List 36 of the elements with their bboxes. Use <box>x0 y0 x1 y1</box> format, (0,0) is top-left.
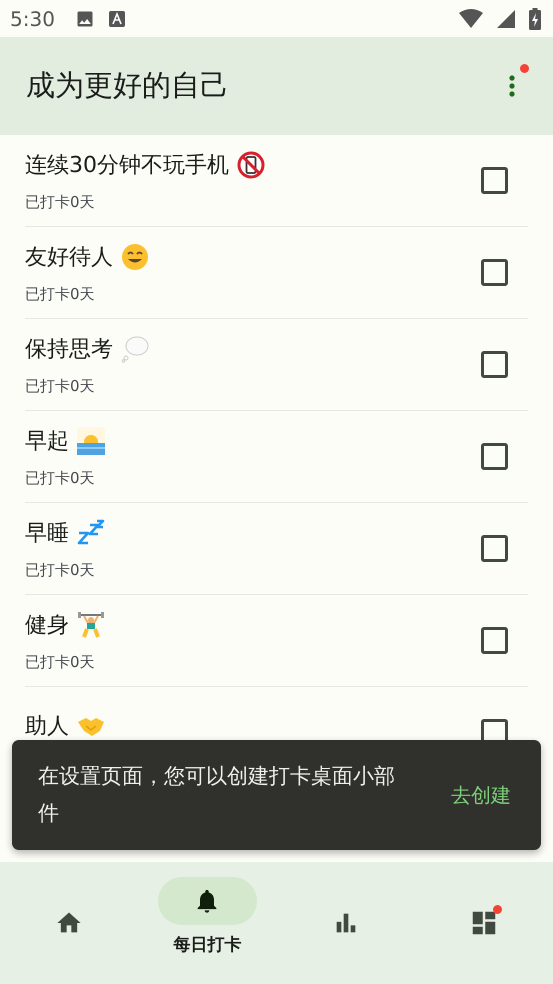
habit-title: 健身 <box>25 612 69 640</box>
habit-title: 助人 <box>25 713 69 741</box>
smiling-face-icon <box>121 242 149 270</box>
more-icon <box>509 75 515 97</box>
habit-checkbox[interactable] <box>481 351 508 378</box>
checkin-count: 已打卡0天 <box>25 376 96 396</box>
habit-title: 连续30分钟不玩手机 <box>25 152 229 180</box>
nav-tab[interactable]: 每日打卡 <box>138 848 276 984</box>
snackbar-message: 在设置页面，您可以创建打卡桌面小部件 <box>38 763 396 827</box>
weightlifter-icon <box>77 610 105 638</box>
image-icon <box>74 8 95 28</box>
thought-bubble-icon <box>121 334 149 362</box>
sunrise-icon <box>77 426 105 454</box>
habit-title: 友好待人 <box>25 244 113 272</box>
no-phone-icon <box>237 150 265 178</box>
app-title: 成为更好的自己 <box>26 67 230 104</box>
font-icon <box>108 10 125 26</box>
habit-title: 早起 <box>25 428 69 456</box>
checkin-count: 已打卡0天 <box>25 468 96 488</box>
checkin-count: 已打卡0天 <box>25 284 96 304</box>
checkin-count: 已打卡0天 <box>25 192 96 212</box>
habit-title: 保持思考 <box>25 336 113 364</box>
habit-checkbox[interactable] <box>481 167 508 194</box>
wifi-icon <box>459 8 483 28</box>
signal-icon <box>497 10 515 28</box>
create-action-button[interactable]: 去创建 <box>451 782 511 808</box>
habit-title: 早睡 <box>25 520 69 548</box>
checkin-count: 已打卡0天 <box>25 560 96 580</box>
habit-checkbox[interactable] <box>481 535 508 562</box>
habit-checkbox[interactable] <box>481 627 508 654</box>
habit-checkbox[interactable] <box>481 259 508 286</box>
status-time: 5:30 <box>10 6 55 30</box>
sleeping-z-icon <box>77 518 105 546</box>
checkin-count: 已打卡0天 <box>25 652 96 672</box>
battery-icon <box>529 8 541 30</box>
habit-checkbox[interactable] <box>481 443 508 470</box>
